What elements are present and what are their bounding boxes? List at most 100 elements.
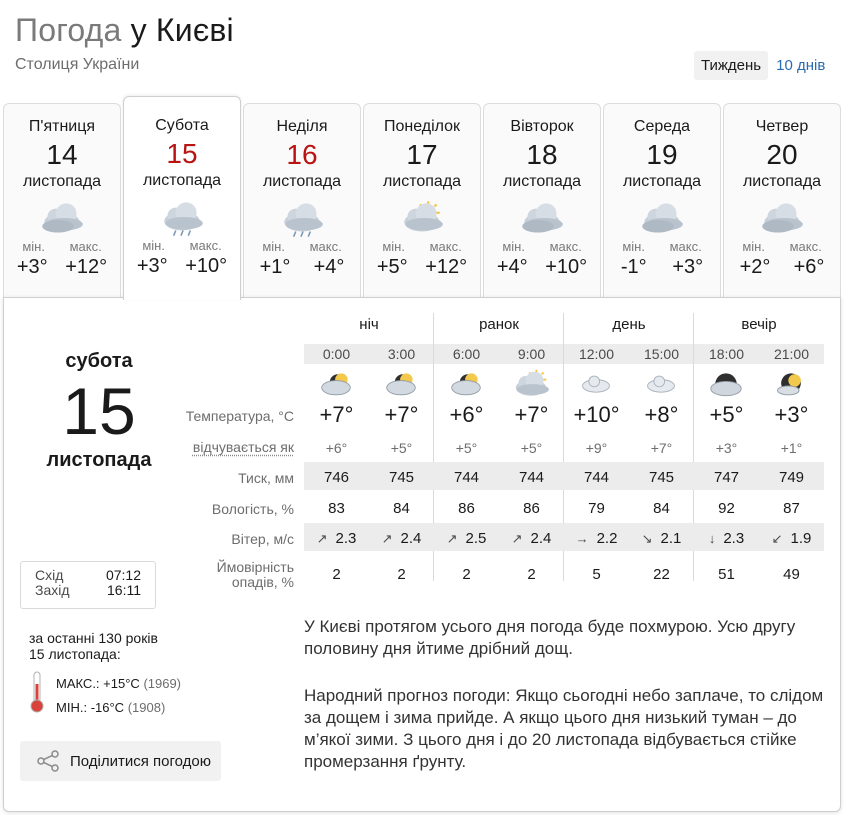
humidity-value: 79 xyxy=(588,500,605,517)
min-label: мін. xyxy=(142,238,165,253)
cloudy-icon xyxy=(642,203,683,233)
min-label: мін. xyxy=(22,239,45,254)
max-temp: +12° xyxy=(65,256,108,278)
wind-speed: 2.3 xyxy=(335,530,357,547)
wind-value: ↗ 2.5 xyxy=(434,530,499,547)
period-header: ранок xyxy=(479,316,519,333)
day-tab[interactable]: Субота 15 листопада мін. макс. +3° +10° xyxy=(123,96,241,300)
humidity-value: 86 xyxy=(458,500,475,517)
temperature-label: Температура, °C xyxy=(185,408,294,424)
day-tab-month: листопада xyxy=(502,173,582,190)
min-max-labels: мін. макс. xyxy=(244,239,360,254)
selected-month: листопада xyxy=(46,449,152,471)
sunset-time: 16:11 xyxy=(107,582,141,598)
wind-value: ↘ 2.1 xyxy=(629,530,694,547)
day-tab[interactable]: Середа 19 листопада мін. макс. -1° +3° xyxy=(603,103,721,299)
day-tab-dow: Вівторок xyxy=(510,118,574,135)
record-min-year: (1908) xyxy=(127,700,166,715)
hour-time: 15:00 xyxy=(643,346,680,362)
temperature-value: +6° xyxy=(449,402,484,427)
pressure-value: 745 xyxy=(648,469,675,486)
history-line-1: за останні 130 років xyxy=(29,630,158,646)
night-cloudy-icon xyxy=(386,373,416,396)
day-tab-date: 16 xyxy=(286,139,318,170)
feels-like-value: +1° xyxy=(780,440,803,456)
day-tab-month: листопада xyxy=(262,173,342,190)
feels-like-value: +5° xyxy=(455,440,478,456)
night-cloudy-icon xyxy=(451,373,481,396)
humidity-value: 84 xyxy=(653,500,670,517)
partly-sunny-icon xyxy=(515,368,549,396)
day-tab-month: листопада xyxy=(622,173,702,190)
max-label: макс. xyxy=(429,239,462,254)
wind-value: ↓ 2.3 xyxy=(694,530,759,547)
day-tab-dow: Середа xyxy=(633,118,691,135)
week-toggle[interactable]: Тиждень xyxy=(694,50,769,80)
precip-label-2: опадів, % xyxy=(231,574,294,590)
humidity-value: 86 xyxy=(523,500,540,517)
thermometer-icon xyxy=(30,671,44,713)
feels-like-value: +6° xyxy=(325,440,348,456)
ten-days-link[interactable]: 10 днів xyxy=(768,51,833,80)
min-max-labels: мін. макс. xyxy=(124,238,240,253)
sunrise-time: 07:12 xyxy=(105,567,141,583)
feels-like-value: +9° xyxy=(585,440,608,456)
cloud-icon xyxy=(582,375,610,393)
title-city: у Києві xyxy=(130,12,234,48)
temperature-value: +7° xyxy=(384,402,419,427)
wind-speed: 2.3 xyxy=(723,530,745,547)
min-label: мін. xyxy=(382,239,405,254)
sunrise-label: Схід xyxy=(35,567,64,583)
min-max-values: +3° +10° xyxy=(124,255,240,278)
hour-time: 9:00 xyxy=(517,346,546,362)
temperature-value: +5° xyxy=(709,402,744,427)
feels-like-label: відчувається як xyxy=(192,439,294,455)
day-tabs: П'ятниця 14 листопада мін. макс. +3° +12° Субот… xyxy=(3,96,841,300)
pressure-label: Тиск, мм xyxy=(238,470,294,486)
day-tab[interactable]: Вівторок 18 листопада мін. макс. +4° +10° xyxy=(483,103,601,299)
day-tab-date: 17 xyxy=(406,139,438,170)
day-tab-month: листопада xyxy=(22,173,102,190)
wind-direction-icon: ↗ xyxy=(316,530,328,546)
wind-value: → 2.2 xyxy=(564,530,629,547)
day-tab-month: листопада xyxy=(142,172,222,189)
max-label: макс. xyxy=(309,239,342,254)
wind-direction-icon: ↗ xyxy=(446,530,458,546)
pressure-value: 745 xyxy=(388,469,415,486)
day-tab[interactable]: П'ятниця 14 листопада мін. макс. +3° +12° xyxy=(3,103,121,299)
min-max-values: +3° +12° xyxy=(4,256,120,279)
day-tab-date: 19 xyxy=(646,139,678,170)
share-button[interactable]: Поділитися погодою xyxy=(20,741,221,781)
share-icon xyxy=(37,750,59,772)
wind-direction-icon: → xyxy=(575,531,589,546)
record-max-year: (1969) xyxy=(143,676,182,691)
record-max: МАКС.: +15°C (1969) xyxy=(56,672,181,696)
day-tab[interactable]: Четвер 20 листопада мін. макс. +2° +6° xyxy=(723,103,841,299)
humidity-value: 92 xyxy=(718,500,735,517)
folk-forecast: Народний прогноз погоди: Якщо сьогодні н… xyxy=(304,685,824,773)
humidity-value: 87 xyxy=(783,500,800,517)
sun-times: Схід 07:12 Захід 16:11 xyxy=(20,561,156,609)
day-detail-panel: субота 15 листопада Схід 07:12 Захід 16:11… xyxy=(3,297,841,812)
wind-value: ↗ 2.3 xyxy=(304,530,369,547)
hour-time: 21:00 xyxy=(773,346,810,362)
cloudy-icon xyxy=(762,203,803,233)
pressure-value: 749 xyxy=(778,469,805,486)
day-tab-date: 15 xyxy=(166,138,198,169)
min-temp: +4° xyxy=(496,256,528,278)
wind-speed: 1.9 xyxy=(790,530,812,547)
records: МАКС.: +15°C (1969) МІН.: -16°C (1908) xyxy=(56,672,181,720)
wind-direction-icon: ↗ xyxy=(511,530,523,546)
title-prefix: Погода xyxy=(15,12,122,48)
precip-value: 2 xyxy=(527,566,536,583)
hour-time: 3:00 xyxy=(387,346,416,362)
wind-direction-icon: ↙ xyxy=(771,530,783,546)
day-tab[interactable]: Понеділок 17 листопада мін. макс. +5° +12° xyxy=(363,103,481,299)
day-tab[interactable]: Неділя 16 листопада мін. макс. +1° +4° xyxy=(243,103,361,299)
time-row: 0:00 3:00 6:00 9:00 12:00 15:00 18:00 21:00 xyxy=(304,344,824,364)
min-max-labels: мін. макс. xyxy=(724,239,840,254)
precip-label-1: Ймовірність xyxy=(216,559,294,575)
share-label: Поділитися погодою xyxy=(70,752,212,770)
day-tab-month: листопада xyxy=(742,173,822,190)
selected-dow: субота xyxy=(65,350,133,372)
